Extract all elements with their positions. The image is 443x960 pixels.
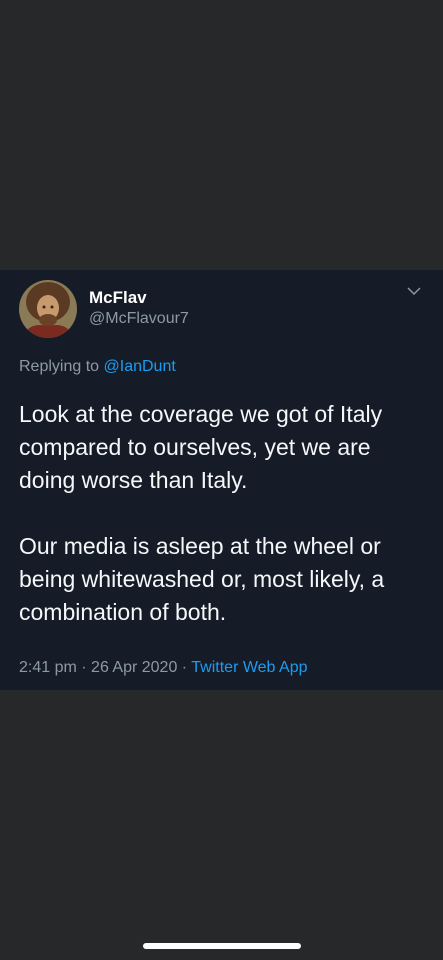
tweet-paragraph: Look at the coverage we got of Italy com… xyxy=(19,401,383,493)
home-indicator[interactable] xyxy=(143,943,301,949)
chevron-down-icon[interactable] xyxy=(407,286,421,296)
display-name[interactable]: McFlav xyxy=(89,288,147,308)
tweet-paragraph: Our media is asleep at the wheel or bein… xyxy=(19,533,385,625)
tweet-time[interactable]: 2:41 pm xyxy=(19,659,77,676)
meta-separator: · xyxy=(81,659,87,676)
meta-separator: · xyxy=(181,659,188,676)
avatar-image xyxy=(19,280,77,338)
tweet-text: Look at the coverage we got of Italy com… xyxy=(19,398,419,629)
tweet-card: McFlav @McFlavour7 Replying to @IanDunt … xyxy=(0,270,443,690)
tweet-source-link[interactable]: Twitter Web App xyxy=(191,659,307,676)
replying-prefix: Replying to xyxy=(19,358,100,375)
tweet-date[interactable]: 26 Apr 2020 xyxy=(91,659,177,676)
replying-to-line: Replying to @IanDunt xyxy=(19,358,176,376)
avatar[interactable] xyxy=(19,280,77,338)
user-handle[interactable]: @McFlavour7 xyxy=(89,310,189,328)
tweet-meta: 2:41 pm · 26 Apr 2020 · Twitter Web App xyxy=(19,659,307,677)
reply-mention-link[interactable]: @IanDunt xyxy=(104,358,176,375)
